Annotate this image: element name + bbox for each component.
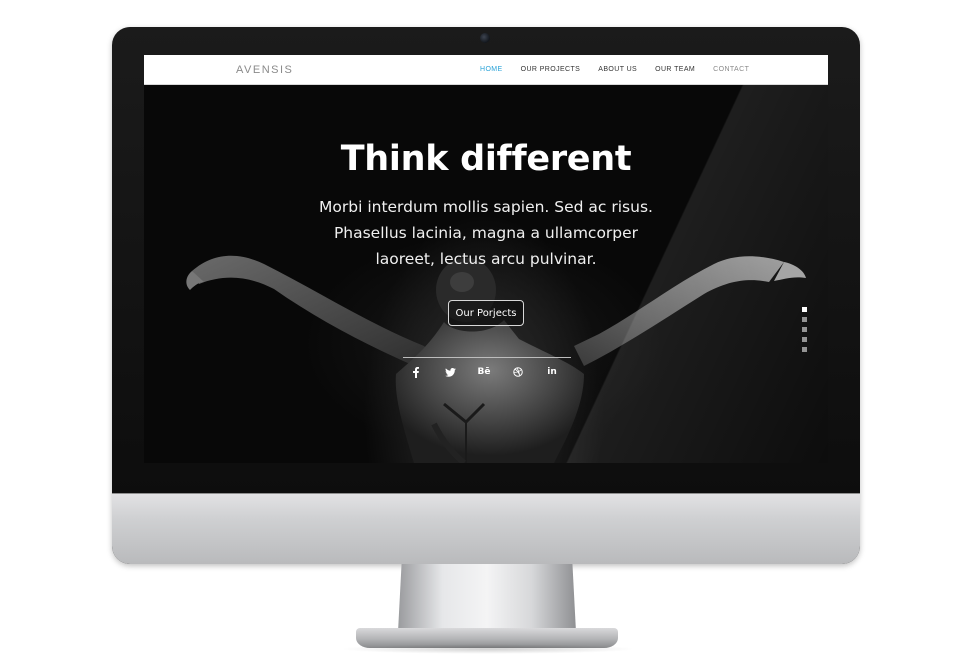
our-projects-button[interactable]: Our Porjects (448, 300, 524, 326)
twitter-icon[interactable] (442, 365, 458, 379)
slider-dot-4[interactable] (802, 337, 807, 342)
nav-link-home[interactable]: HOME (480, 66, 503, 73)
slider-dot-5[interactable] (802, 347, 807, 352)
dribbble-icon[interactable] (510, 365, 526, 379)
slider-dot-2[interactable] (802, 317, 807, 322)
facebook-icon[interactable] (408, 365, 424, 379)
slider-pagination (802, 307, 808, 357)
slider-dot-1[interactable] (802, 307, 807, 312)
nav-link-our-projects[interactable]: OUR PROJECTS (521, 66, 581, 73)
hero-subtitle: Morbi interdum mollis sapien. Sed ac ris… (319, 198, 653, 268)
nav-link-about-us[interactable]: ABOUT US (598, 66, 637, 73)
brand-logo[interactable]: AVENSIS (236, 64, 293, 76)
linkedin-icon[interactable]: in (544, 365, 560, 379)
hero-title: Think different (340, 139, 632, 179)
social-links: Bē in (406, 365, 566, 379)
nav-links: HOME OUR PROJECTS ABOUT US OUR TEAM CONT… (480, 66, 767, 73)
stand-shadow (340, 644, 636, 654)
top-navbar: AVENSIS HOME OUR PROJECTS ABOUT US OUR T… (144, 55, 828, 85)
website-screen: AVENSIS HOME OUR PROJECTS ABOUT US OUR T… (144, 55, 828, 463)
nav-link-contact[interactable]: CONTACT (713, 66, 749, 73)
hero-divider (403, 357, 571, 358)
nav-link-our-team[interactable]: OUR TEAM (655, 66, 695, 73)
slider-dot-3[interactable] (802, 327, 807, 332)
behance-icon[interactable]: Bē (476, 365, 492, 379)
monitor-stand (398, 564, 576, 632)
monitor-chin (112, 493, 860, 564)
webcam-icon (480, 33, 490, 43)
